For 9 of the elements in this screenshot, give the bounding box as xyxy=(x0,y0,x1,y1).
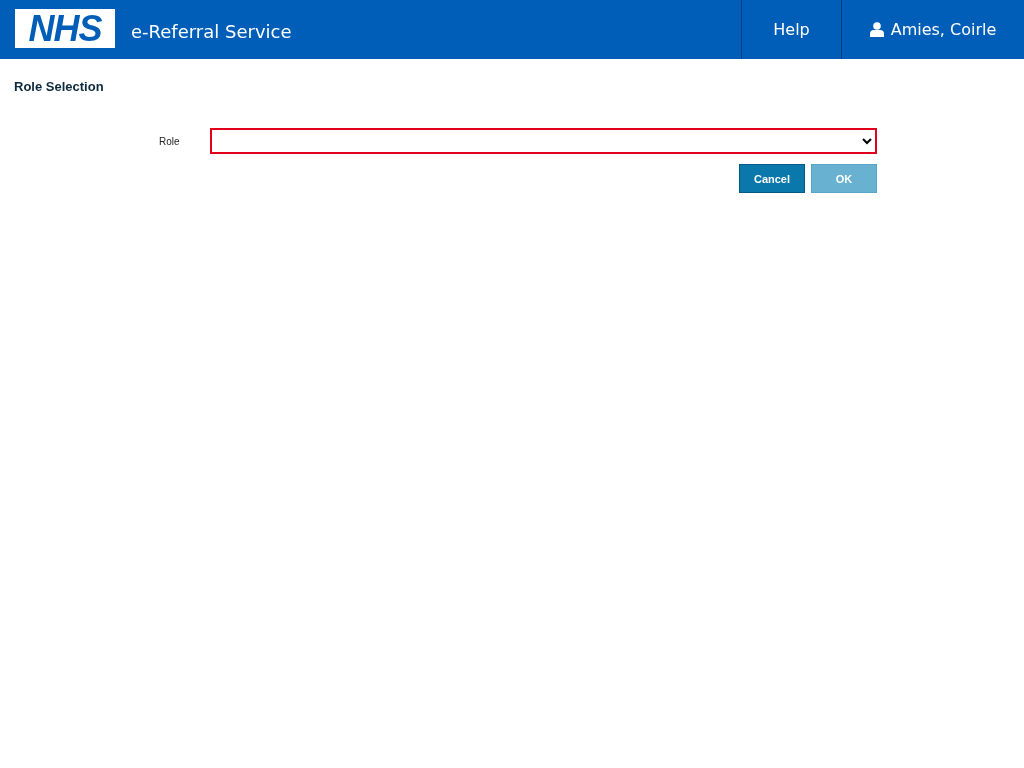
page-title: Role Selection xyxy=(14,79,105,94)
nhs-logo: NHS xyxy=(15,9,115,48)
help-link[interactable]: Help xyxy=(741,0,841,59)
role-select[interactable] xyxy=(210,128,877,154)
user-menu[interactable]: Amies, Coirle xyxy=(841,0,1024,59)
service-title: e-Referral Service xyxy=(131,21,293,42)
role-label: Role xyxy=(159,135,181,147)
cancel-button[interactable]: Cancel xyxy=(739,164,805,193)
user-icon xyxy=(869,22,884,37)
